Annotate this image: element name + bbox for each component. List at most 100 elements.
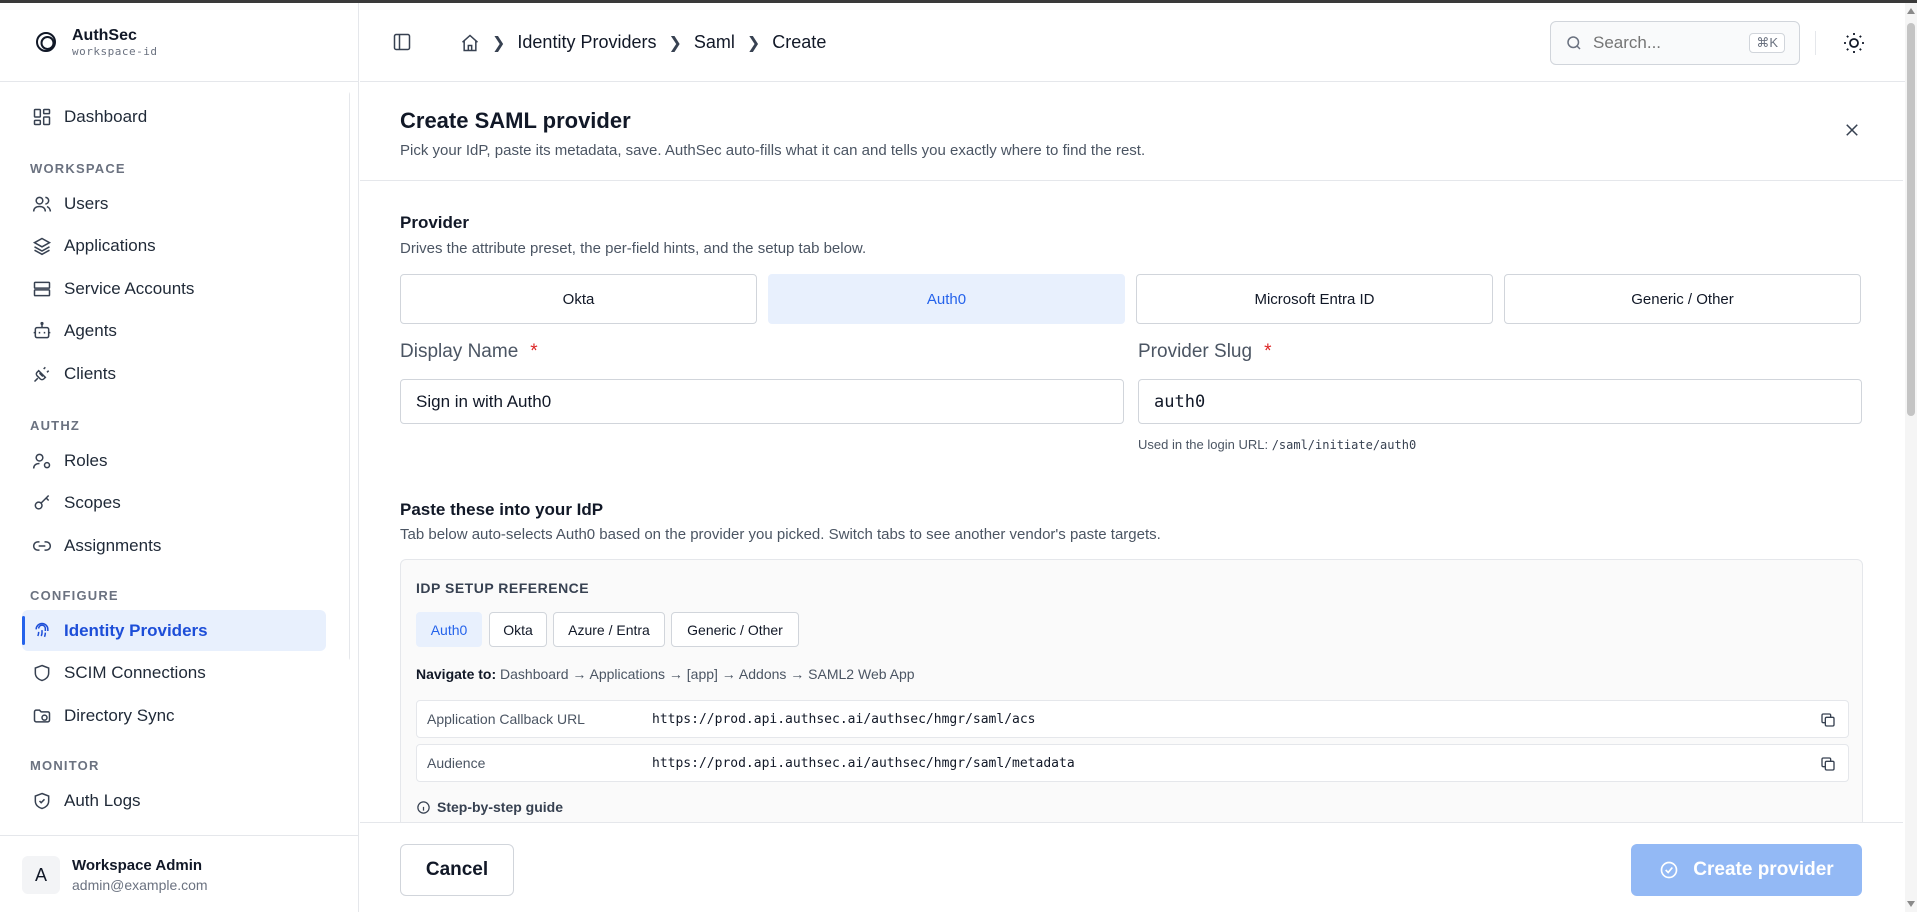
breadcrumb: ❯ Identity Providers ❯ Saml ❯ Create (460, 3, 826, 82)
sidebar-item-label: Directory Sync (64, 705, 175, 725)
sidebar-item-applications[interactable]: Applications (22, 225, 326, 266)
bot-icon (33, 321, 51, 338)
chevron-right-icon: ❯ (668, 34, 682, 52)
create-provider-label: Create provider (1693, 859, 1834, 880)
user-menu[interactable]: A Workspace Admin admin@example.com (22, 848, 346, 902)
tab-generic-other[interactable]: Generic / Other (671, 612, 799, 647)
search-input[interactable] (1593, 33, 1743, 53)
reference-row: Audience https://prod.api.authsec.ai/aut… (416, 744, 1849, 782)
sidebar-item-label: Assignments (64, 535, 162, 555)
guide-label: Step-by-step guide (437, 799, 564, 815)
avatar: A (22, 856, 60, 894)
create-provider-panel: Create SAML provider Pick your IdP, past… (360, 83, 1903, 822)
close-icon[interactable] (1843, 121, 1861, 139)
panel-header: Create SAML provider Pick your IdP, past… (360, 83, 1903, 181)
chevron-right-icon: ❯ (492, 34, 506, 52)
sidebar-item-label: Dashboard (64, 106, 148, 126)
sun-icon[interactable] (1842, 31, 1866, 55)
sidebar-item-label: Identity Providers (64, 620, 208, 640)
sidebar-item-dashboard[interactable]: Dashboard (22, 96, 326, 137)
breadcrumb-saml[interactable]: Saml (694, 32, 735, 53)
scroll-down-icon[interactable] (1907, 901, 1915, 907)
label-text: Provider Slug (1138, 341, 1253, 362)
sidebar-item-assignments[interactable]: Assignments (22, 525, 326, 566)
plug-icon (33, 366, 50, 382)
sidebar-item-agents[interactable]: Agents (22, 310, 326, 351)
page-title: Create SAML provider (400, 108, 631, 133)
provider-option-entra[interactable]: Microsoft Entra ID (1136, 274, 1493, 324)
authsec-logo-icon (36, 32, 56, 52)
section-authz: AUTHZ (30, 418, 81, 433)
reference-key: Audience (427, 755, 486, 771)
provider-option-generic[interactable]: Generic / Other (1504, 274, 1861, 324)
sidebar-nav: Dashboard WORKSPACE Users Applications S… (0, 83, 350, 825)
fingerprint-icon (35, 622, 49, 637)
sidebar-item-roles[interactable]: Roles (22, 440, 326, 481)
provider-option-auth0[interactable]: Auth0 (768, 274, 1125, 324)
reference-value[interactable]: https://prod.api.authsec.ai/authsec/hmgr… (652, 756, 1075, 771)
sidebar: AuthSec workspace-id Dashboard WORKSPACE… (0, 3, 359, 912)
display-name-input[interactable]: Sign in with Auth0 (400, 379, 1124, 424)
scroll-thumb[interactable] (1907, 23, 1915, 416)
tab-azure-entra[interactable]: Azure / Entra (553, 612, 665, 647)
reference-key: Application Callback URL (427, 711, 585, 727)
idp-section-subtitle: Tab below auto-selects Auth0 based on th… (400, 526, 1161, 543)
breadcrumb-identity-providers[interactable]: Identity Providers (517, 32, 656, 53)
dashboard-icon (33, 108, 51, 125)
provider-slug-label: Provider Slug * (1138, 341, 1271, 363)
brand[interactable]: AuthSec workspace-id (0, 3, 358, 82)
required-marker: * (1264, 341, 1272, 362)
shield-icon (34, 664, 50, 681)
reference-value[interactable]: https://prod.api.authsec.ai/authsec/hmgr… (652, 712, 1036, 727)
create-provider-button[interactable]: Create provider (1631, 844, 1862, 896)
sidebar-scrollbar[interactable] (349, 91, 350, 661)
sidebar-item-clients[interactable]: Clients (22, 353, 326, 394)
sidebar-item-auth-logs[interactable]: Auth Logs (22, 780, 326, 821)
provider-section-subtitle: Drives the attribute preset, the per-fie… (400, 240, 867, 257)
search-icon (1567, 36, 1581, 50)
section-configure: CONFIGURE (30, 588, 119, 603)
sidebar-item-label: Applications (64, 235, 156, 255)
tab-auth0[interactable]: Auth0 (416, 612, 482, 647)
home-icon[interactable] (460, 33, 480, 53)
page-scrollbar[interactable] (1905, 3, 1917, 912)
cancel-button[interactable]: Cancel (400, 844, 514, 896)
provider-slug-input[interactable]: auth0 (1138, 379, 1862, 424)
section-monitor: MONITOR (30, 758, 100, 773)
step-by-step-guide[interactable]: Step-by-step guide (416, 799, 563, 815)
layers-icon (32, 237, 52, 255)
sidebar-item-users[interactable]: Users (22, 183, 326, 224)
sidebar-item-identity-providers[interactable]: Identity Providers (22, 610, 326, 651)
breadcrumb-create: Create (772, 32, 827, 52)
idp-section-title: Paste these into your IdP (400, 500, 604, 519)
sidebar-item-scim-connections[interactable]: SCIM Connections (22, 652, 326, 693)
slug-hint-url: /saml/initiate/auth0 (1271, 438, 1417, 452)
sidebar-item-service-accounts[interactable]: Service Accounts (22, 268, 326, 309)
label-text: Display Name (400, 341, 519, 362)
search-box[interactable]: ⌘K (1550, 21, 1800, 65)
display-name-label: Display Name * (400, 341, 538, 363)
brand-name: AuthSec (72, 26, 137, 44)
user-email: admin@example.com (72, 877, 208, 893)
sidebar-item-label: Roles (64, 450, 108, 470)
sidebar-item-directory-sync[interactable]: Directory Sync (22, 695, 326, 736)
info-icon (417, 800, 430, 814)
server-icon (33, 281, 51, 296)
copy-icon[interactable] (1820, 756, 1836, 772)
form-footer: Cancel Create provider (360, 822, 1903, 912)
sidebar-item-label: Agents (64, 320, 117, 340)
navigate-path: Dashboard → Applications → [app] → Addon… (496, 666, 915, 682)
slug-hint: Used in the login URL: /saml/initiate/au… (1138, 437, 1416, 452)
copy-icon[interactable] (1820, 712, 1836, 728)
sidebar-item-label: Users (64, 193, 109, 213)
provider-option-okta[interactable]: Okta (400, 274, 757, 324)
idp-setup-reference: IDP SETUP REFERENCE Auth0 Okta Azure / E… (400, 559, 1863, 822)
scroll-up-icon[interactable] (1907, 8, 1915, 14)
navigate-to: Navigate to: Dashboard → Applications → … (416, 666, 915, 682)
folder-sync-icon (33, 708, 51, 723)
sidebar-item-label: SCIM Connections (64, 662, 206, 682)
search-shortcut: ⌘K (1749, 33, 1785, 53)
sidebar-item-scopes[interactable]: Scopes (22, 482, 326, 523)
tab-okta[interactable]: Okta (489, 612, 547, 647)
sidebar-toggle-icon[interactable] (392, 32, 412, 52)
